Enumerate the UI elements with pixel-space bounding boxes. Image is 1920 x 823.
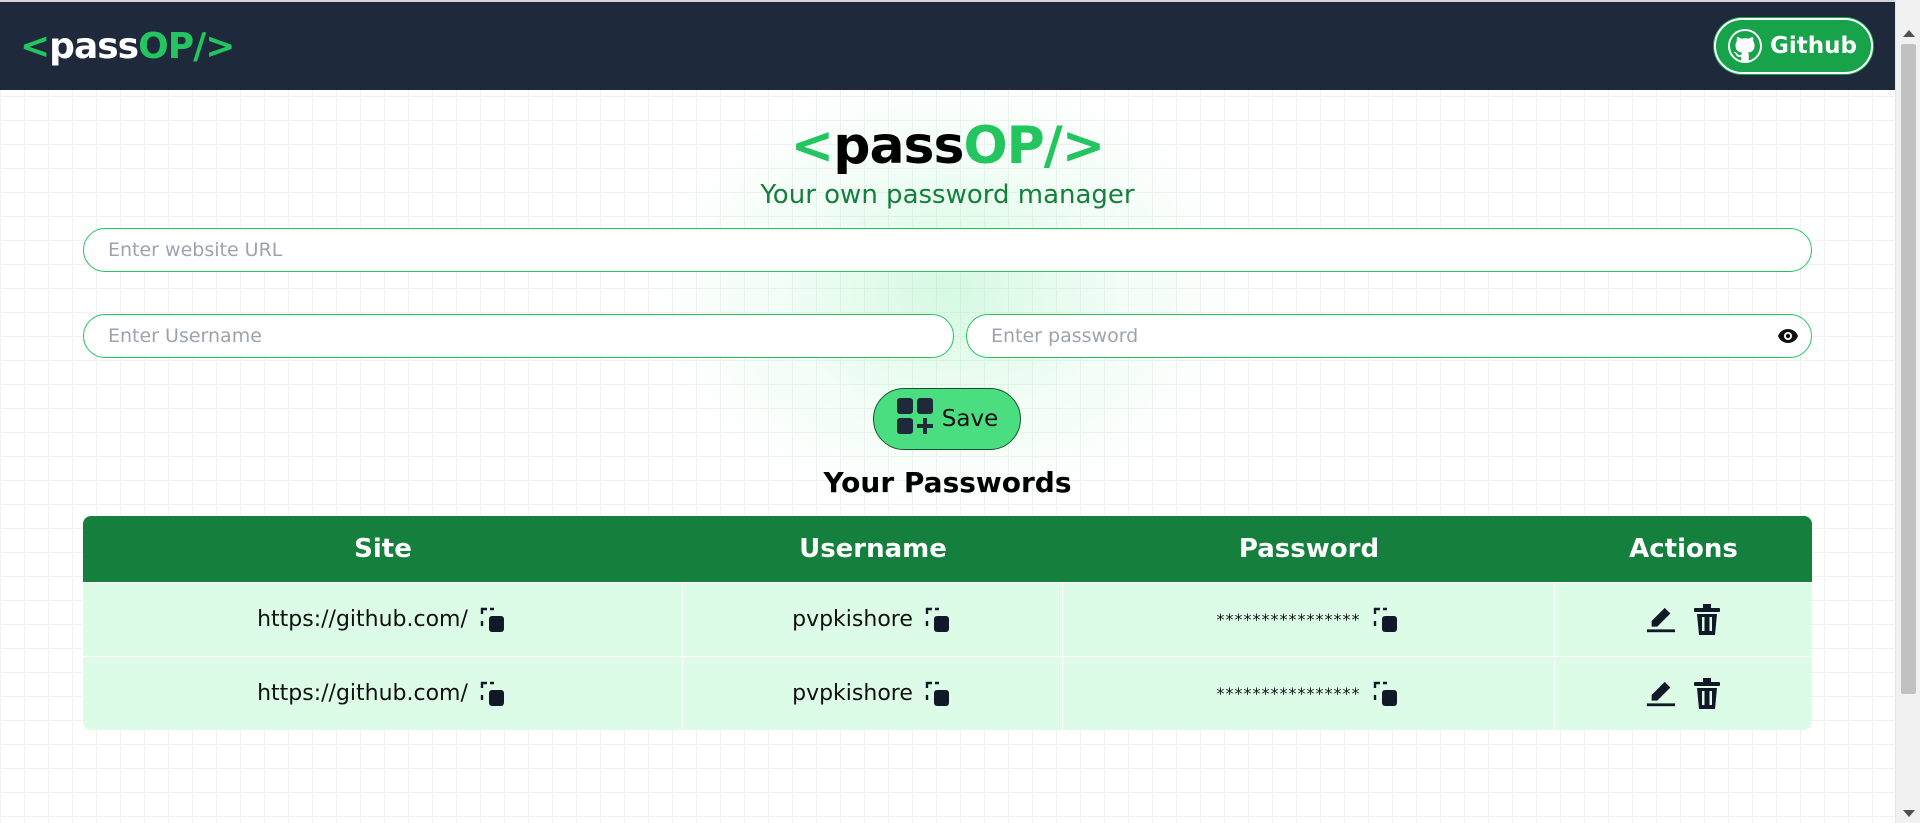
copy-icon[interactable] [478, 603, 508, 637]
password-masked: **************** [1216, 610, 1361, 629]
nav-logo[interactable]: < pass OP/ > [20, 25, 235, 67]
copy-icon[interactable] [1371, 603, 1401, 637]
site-cell: https://github.com/ [83, 583, 683, 656]
logo-open-bracket: < [20, 25, 50, 67]
copy-icon[interactable] [923, 677, 953, 711]
table-row: https://github.com/ pvpkishore *********… [83, 656, 1812, 730]
page-title: <passOP/> [0, 116, 1895, 176]
title-open-bracket: < [790, 116, 835, 176]
passwords-table: Site Username Password Actions https://g… [83, 516, 1812, 730]
password-cell: **************** [1063, 583, 1555, 656]
save-label: Save [941, 406, 999, 432]
column-header-actions: Actions [1629, 534, 1738, 564]
column-header-password: Password [1238, 534, 1380, 564]
title-close-bracket: > [1061, 116, 1106, 176]
title-text-op: OP/ [963, 116, 1062, 176]
site-link[interactable]: https://github.com/ [257, 607, 468, 632]
username-text: pvpkishore [792, 607, 913, 632]
username-cell: pvpkishore [683, 657, 1063, 730]
column-header-username: Username [799, 534, 947, 564]
delete-icon[interactable] [1692, 603, 1722, 637]
eye-icon[interactable] [1776, 325, 1800, 347]
password-input[interactable] [966, 314, 1812, 358]
password-cell: **************** [1063, 657, 1555, 730]
add-icon [896, 397, 934, 441]
actions-cell [1555, 583, 1812, 656]
logo-close-bracket: > [205, 25, 235, 67]
table-row: https://github.com/ pvpkishore *********… [83, 582, 1812, 656]
actions-cell [1555, 657, 1812, 730]
site-link[interactable]: https://github.com/ [257, 681, 468, 706]
column-header-site: Site [354, 534, 412, 564]
edit-icon[interactable] [1646, 677, 1676, 711]
username-text: pvpkishore [792, 681, 913, 706]
table-header: Site Username Password Actions [83, 516, 1812, 582]
copy-icon[interactable] [1371, 677, 1401, 711]
title-text-pass: pass [833, 116, 964, 176]
github-label: Github [1770, 33, 1857, 59]
site-cell: https://github.com/ [83, 657, 683, 730]
username-input[interactable] [83, 314, 954, 358]
navbar: < pass OP/ > Github [0, 0, 1895, 90]
vertical-scrollbar[interactable] [1895, 0, 1920, 823]
copy-icon[interactable] [478, 677, 508, 711]
page-subtitle: Your own password manager [760, 180, 1135, 210]
password-masked: **************** [1216, 684, 1361, 703]
website-url-input[interactable] [83, 228, 1812, 272]
save-button[interactable]: Save [873, 388, 1021, 450]
logo-text-pass: pass [49, 25, 139, 67]
passwords-heading: Your Passwords [823, 466, 1072, 499]
username-cell: pvpkishore [683, 583, 1063, 656]
edit-icon[interactable] [1646, 603, 1676, 637]
logo-text-op: OP/ [138, 25, 206, 67]
scroll-down-arrow-icon[interactable] [1903, 810, 1915, 817]
delete-icon[interactable] [1692, 677, 1722, 711]
github-icon [1728, 29, 1763, 63]
scrollbar-thumb[interactable] [1901, 44, 1916, 694]
scroll-up-arrow-icon[interactable] [1903, 30, 1915, 37]
copy-icon[interactable] [923, 603, 953, 637]
github-button[interactable]: Github [1714, 18, 1873, 74]
password-field [966, 314, 1812, 358]
